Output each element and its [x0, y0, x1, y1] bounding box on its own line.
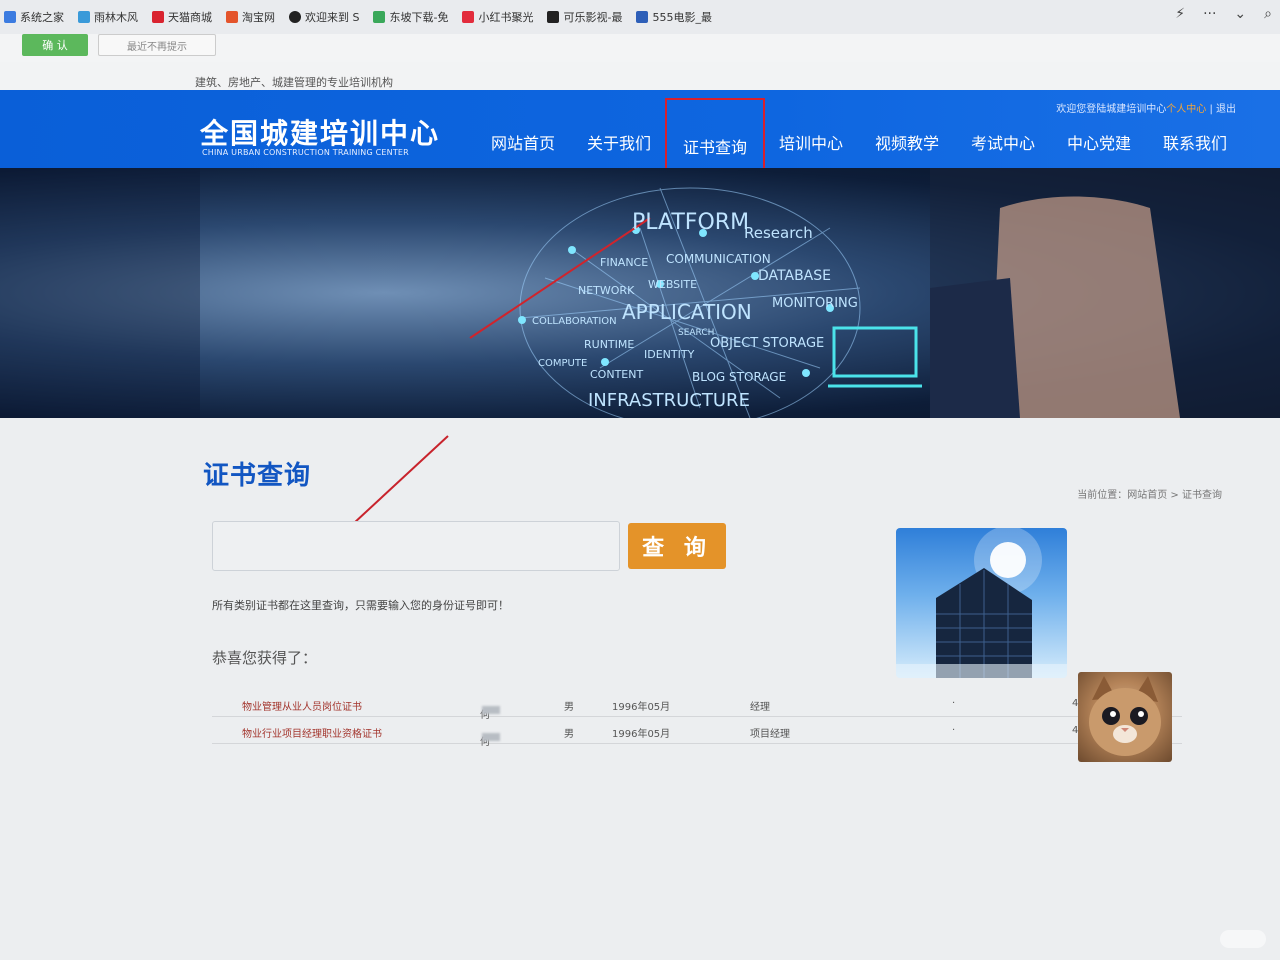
site-logo[interactable]: 全国城建培训中心 — [200, 112, 440, 152]
banner-word: IDENTITY — [644, 348, 695, 361]
holder-position: 项目经理 — [750, 729, 790, 740]
result-heading: 恭喜您获得了： — [212, 649, 318, 667]
banner-word: PLATFORM — [632, 210, 750, 235]
building-photo — [896, 528, 1067, 678]
dismiss-button[interactable]: 最近不再提示 — [98, 34, 216, 56]
holder-birth: 1996年05月 — [612, 729, 671, 740]
banner-word: INFRASTRUCTURE — [588, 390, 750, 411]
banner-word: BLOG STORAGE — [692, 370, 787, 384]
bookmark-item[interactable]: 淘宝网 — [226, 9, 275, 25]
certificate-name[interactable]: 物业行业项目经理职业资格证书 — [242, 725, 382, 740]
table-row: 物业管理从业人员岗位证书 何 男 1996年05月 经理 · 4 — [212, 690, 1182, 721]
bookmarks-bar: 系统之家 雨林木风 天猫商城 淘宝网 欢迎来到 S 东坡下载-免 小红书聚光 可… — [0, 0, 1280, 34]
bookmark-item[interactable]: 雨林木风 — [78, 9, 138, 25]
bookmark-label: 天猫商城 — [168, 11, 212, 24]
table-row: 物业行业项目经理职业资格证书 何 男 1996年05月 项目经理 · 4 — [212, 717, 1182, 748]
browser-toolbar: ⚡ ··· ⌄ ⌕ — [1175, 6, 1272, 22]
redacted-name — [482, 733, 500, 741]
bookmark-item[interactable]: 东坡下载-免 — [373, 9, 448, 25]
site-header: 欢迎您登陆城建培训中心个人中心 | 退出 全国城建培训中心 CHINA URBA… — [0, 90, 1280, 206]
site-tagline: 建筑、房地产、城建管理的专业培训机构 — [195, 76, 393, 89]
chevron-down-icon[interactable]: ⌄ — [1234, 6, 1246, 22]
confirm-button[interactable]: 确 认 — [22, 34, 88, 56]
id-number-input[interactable] — [212, 521, 620, 571]
bookmark-label: 淘宝网 — [242, 11, 275, 24]
bookmark-label: 小红书聚光 — [478, 11, 534, 24]
banner-word: FINANCE — [600, 256, 649, 269]
bookmark-item[interactable]: 555电影_最 — [636, 9, 712, 25]
more-icon[interactable]: ··· — [1203, 6, 1216, 22]
holder-gender: 男 — [564, 702, 574, 713]
banner-word: COMPUTE — [538, 358, 588, 369]
logout-link[interactable]: 退出 — [1216, 104, 1236, 115]
bookmark-favicon-icon — [226, 11, 238, 23]
page-title: 证书查询 — [203, 461, 312, 491]
holder-position: 经理 — [750, 702, 770, 713]
holder-gender: 男 — [564, 729, 574, 740]
bookmark-favicon-icon — [78, 11, 90, 23]
bookmark-label: 雨林木风 — [94, 11, 138, 24]
holder-birth: 1996年05月 — [612, 702, 671, 713]
welcome-bar: 欢迎您登陆城建培训中心个人中心 | 退出 — [1056, 100, 1236, 115]
banner-word: COMMUNICATION — [666, 252, 771, 266]
flash-icon[interactable]: ⚡ — [1175, 6, 1185, 22]
bookmark-item[interactable]: 欢迎来到 S — [289, 9, 359, 25]
watermark-badge — [1220, 930, 1266, 948]
banner-word: NETWORK — [578, 284, 635, 297]
query-button[interactable]: 查 询 — [628, 523, 726, 569]
breadcrumb: 当前位置：网站首页 > 证书查询 — [1077, 490, 1222, 501]
bookmark-label: 555电影_最 — [652, 11, 712, 24]
banner-word: OBJECT STORAGE — [710, 336, 825, 351]
hero-banner: PLATFORM Research FINANCE COMMUNICATION … — [0, 168, 1280, 418]
banner-word: WEBSITE — [648, 278, 698, 291]
bookmark-label: 欢迎来到 S — [305, 11, 360, 24]
banner-word: CONTENT — [590, 368, 644, 381]
bookmark-label: 可乐影视-最 — [563, 11, 623, 24]
bookmark-item[interactable]: 小红书聚光 — [462, 9, 533, 25]
bookmark-favicon-icon — [636, 11, 649, 23]
certificate-table: 物业管理从业人员岗位证书 何 男 1996年05月 经理 · 4 物业行业项目经… — [212, 690, 1182, 748]
notice-bar: 确 认 最近不再提示 — [0, 34, 1280, 62]
certificate-name[interactable]: 物业管理从业人员岗位证书 — [242, 698, 362, 713]
bookmark-favicon-icon — [289, 11, 301, 23]
redacted-name — [482, 706, 500, 714]
bookmark-label: 系统之家 — [20, 11, 64, 24]
personal-center-link[interactable]: 个人中心 — [1166, 104, 1206, 115]
banner-word: MONITORING — [772, 296, 858, 311]
welcome-separator: | — [1206, 104, 1216, 115]
row-mark: · — [952, 698, 956, 709]
bookmark-item[interactable]: 天猫商城 — [152, 9, 212, 25]
banner-word: COLLABORATION — [532, 316, 617, 327]
bookmark-label: 东坡下载-免 — [389, 11, 449, 24]
site-logo-subtitle: CHINA URBAN CONSTRUCTION TRAINING CENTER — [202, 148, 409, 157]
cat-photo — [1078, 672, 1172, 762]
banner-word: APPLICATION — [622, 300, 752, 324]
bookmark-favicon-icon — [547, 11, 560, 23]
bookmark-item[interactable]: 可乐影视-最 — [547, 9, 622, 25]
bookmark-favicon-icon — [373, 11, 386, 23]
cat-illustration — [1089, 676, 1161, 756]
search-icon[interactable]: ⌕ — [1264, 6, 1272, 22]
search-hint: 所有类别证书都在这里查询，只需要输入您的身份证号即可！ — [212, 599, 509, 612]
banner-word: RUNTIME — [584, 338, 635, 351]
welcome-text: 欢迎您登陆城建培训中心 — [1056, 104, 1167, 115]
bookmark-favicon-icon — [4, 11, 16, 23]
bookmark-item[interactable]: 系统之家 — [4, 9, 64, 25]
bookmark-favicon-icon — [462, 11, 475, 23]
bookmark-favicon-icon — [152, 11, 164, 23]
banner-word: SEARCH — [678, 328, 715, 338]
site-top-strip: 建筑、房地产、城建管理的专业培训机构 — [0, 62, 1280, 92]
banner-word: Research — [744, 224, 813, 242]
row-mark: · — [952, 725, 956, 736]
building-illustration — [896, 528, 1067, 678]
banner-word: DATABASE — [758, 268, 831, 284]
